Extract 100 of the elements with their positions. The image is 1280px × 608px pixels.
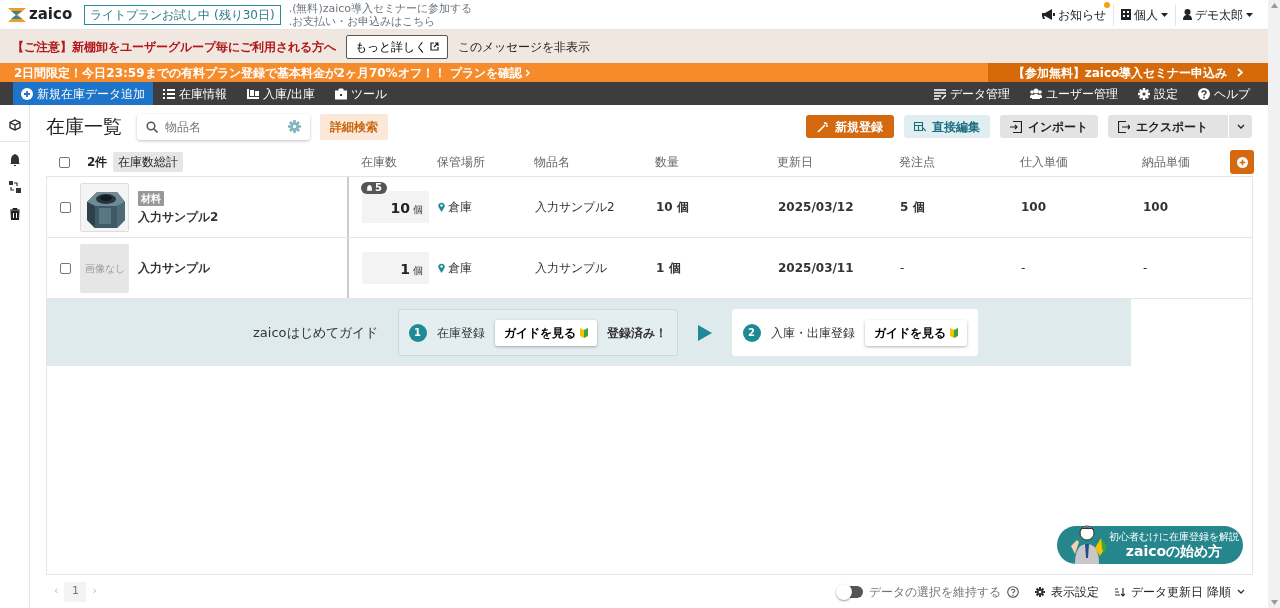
toolbar-button[interactable]: 直接編集 [904, 115, 990, 138]
header-link[interactable]: .お支払い・お申込みはこちら [288, 14, 436, 28]
toolbar-button[interactable]: インポート [1000, 115, 1098, 138]
add-column-button[interactable] [1230, 150, 1254, 174]
table-cell-text: 2025/03/12 [778, 199, 855, 216]
nav-tab[interactable]: 入庫/出庫 [237, 82, 326, 105]
settings-icon [1035, 586, 1046, 597]
caret-icon [1246, 12, 1253, 17]
megaphone-icon [1042, 9, 1055, 20]
toolbox-icon [335, 87, 348, 100]
users-icon [1030, 87, 1042, 100]
step-number: 2 [742, 323, 761, 342]
toolbar-button[interactable]: エクスポート [1108, 115, 1228, 138]
header-link[interactable]: .(無料)zaico導入セミナーに参加する [288, 1, 473, 15]
bell-icon [366, 184, 373, 192]
toggle-switch[interactable] [839, 585, 864, 598]
sort-dropdown[interactable]: データ更新日 降順 [1115, 582, 1245, 601]
promo-banner[interactable]: 初心者むけに在庫登録を解説 zaicoの始め方 [1057, 526, 1243, 564]
column-header: 保管場所 [437, 154, 486, 171]
item-name[interactable]: 入力サンプル [138, 261, 210, 275]
nav-tab[interactable]: 在庫情報 [153, 82, 237, 105]
stock-count: 1 [400, 260, 410, 279]
notice-text: 【ご注意】新棚卸をユーザーグループ毎にご利用される方へ [12, 38, 336, 56]
scroll-up-arrow-icon[interactable] [1270, 3, 1278, 8]
step-status: 登録済み！ [606, 324, 667, 342]
user-menu[interactable]: デモ太郎 [1175, 3, 1260, 26]
trial-badge: ライトプランお試し中 (残り30日) [84, 4, 281, 25]
help-icon [1198, 87, 1210, 100]
unit-label: 個 [413, 264, 423, 278]
leaf-mark-icon [949, 327, 958, 338]
page-number[interactable]: 1 [64, 581, 87, 602]
trash-icon[interactable] [8, 208, 21, 220]
person-icon [1183, 9, 1192, 20]
checkbox[interactable] [59, 156, 70, 168]
nav-link[interactable]: ユーザー管理 [1020, 82, 1128, 105]
stock-count: 10 [390, 199, 410, 218]
dismiss-link[interactable]: このメッセージを非表示 [458, 37, 590, 56]
checkbox[interactable] [60, 262, 71, 274]
building-icon [1121, 9, 1131, 20]
guide-button[interactable]: ガイドを見る [494, 319, 597, 346]
search-field[interactable]: 物品名 [137, 113, 310, 140]
transfer-icon[interactable] [8, 181, 21, 193]
toolbar-button[interactable]: 新規登録 [806, 115, 894, 138]
nav-tab[interactable]: ツール [325, 82, 398, 105]
settings-icon [1138, 87, 1150, 100]
notifications-button[interactable]: お知らせ [1035, 3, 1113, 26]
bell-icon[interactable] [8, 154, 21, 166]
table-cell-text: 10 個 [656, 199, 690, 216]
dropdown-button[interactable] [1229, 115, 1252, 138]
guide-title: zaicoはじめてガイド [253, 323, 378, 342]
table-edit-icon [914, 120, 926, 133]
export-icon [1118, 120, 1130, 133]
guide-button[interactable]: ガイドを見る [864, 319, 967, 346]
nav-tab[interactable]: 新規在庫データ追加 [13, 82, 153, 105]
table-cell-text: 入力サンプル [535, 260, 608, 277]
caret-icon [1161, 12, 1168, 17]
cart-icon [247, 87, 259, 100]
sort-icon [1115, 586, 1126, 597]
nav-link[interactable]: データ管理 [924, 82, 1020, 105]
play-arrow-icon [697, 324, 712, 341]
table-cell-text: 倉庫 [448, 199, 472, 216]
no-image-thumbnail: 画像なし [80, 243, 129, 293]
table-cell-text: 1 個 [656, 260, 682, 277]
plus-circle-icon [21, 87, 33, 100]
chevron-right-icon [1237, 68, 1244, 77]
toggle-label: データの選択を維持する [869, 583, 1002, 601]
list-icon [163, 87, 175, 100]
scrollbar[interactable] [1268, 0, 1280, 608]
chevron-down-icon [1236, 124, 1245, 129]
chevron-right-icon [524, 68, 530, 77]
cube-icon[interactable] [8, 119, 21, 131]
workspace-menu[interactable]: 個人 [1113, 3, 1175, 26]
more-info-button[interactable]: もっと詳しく [346, 34, 448, 59]
nav-link[interactable]: ヘルプ [1188, 82, 1260, 105]
column-header: 納品単価 [1142, 154, 1190, 171]
column-header: 物品名 [534, 154, 571, 171]
total-stock-button[interactable]: 在庫数総計 [113, 152, 184, 172]
display-settings-link[interactable]: 表示設定 [1035, 582, 1100, 601]
step-label: 在庫登録 [436, 324, 485, 342]
alert-badge: 5 [361, 182, 387, 194]
seminar-link[interactable]: 【参加無料】zaico導入セミナー申込み [988, 63, 1268, 82]
plus-circle-icon [1236, 156, 1248, 168]
table-cell-text: 2025/03/11 [778, 260, 855, 277]
logo-text[interactable]: zaico [29, 3, 73, 26]
import-icon [1010, 120, 1022, 133]
item-name[interactable]: 入力サンプル2 [138, 209, 219, 224]
column-header: 発注点 [899, 154, 936, 171]
chevron-down-icon [1237, 589, 1245, 594]
checkbox[interactable] [60, 201, 71, 213]
scroll-down-arrow-icon[interactable] [1270, 600, 1278, 605]
external-link-icon [430, 42, 439, 51]
banner-subtitle: 初心者むけに在庫登録を解説 [1109, 530, 1239, 543]
search-icon [146, 120, 158, 133]
column-header: 数量 [655, 154, 680, 171]
location-pin-icon [438, 202, 445, 212]
nav-link[interactable]: 設定 [1128, 82, 1188, 105]
table-cell-text: 100 [1143, 199, 1170, 216]
leaf-mark-icon [579, 327, 588, 338]
promo-text: 2日間限定！今日23:59までの有料プラン登録で基本料金が2ヶ月70%オフ！！ [14, 64, 446, 82]
column-header: 仕入単価 [1020, 154, 1069, 171]
